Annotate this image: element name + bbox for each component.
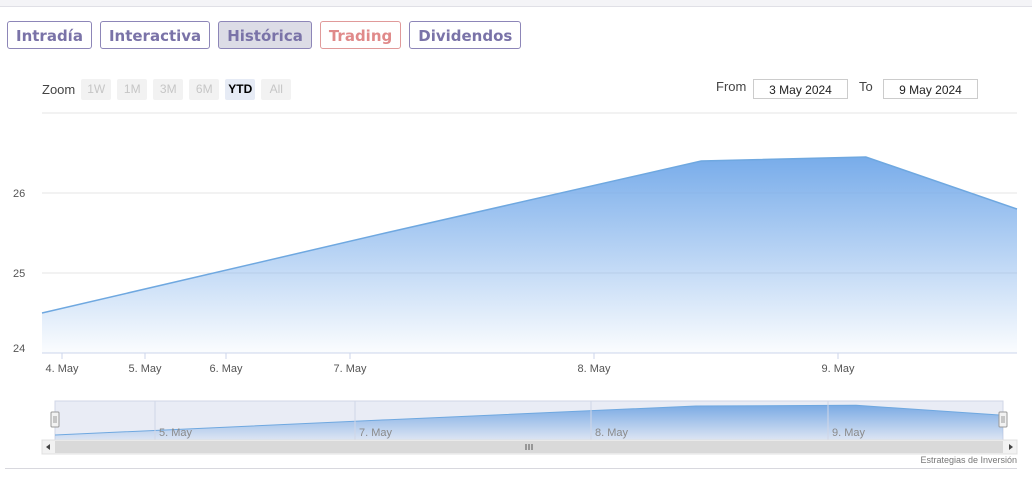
navigator-tick-label: 5. May <box>159 427 193 439</box>
tab-dividendos[interactable]: Dividendos <box>409 21 522 49</box>
tab-intradia[interactable]: Intradía <box>7 21 92 49</box>
zoom-1m-button[interactable]: 1M <box>117 79 148 100</box>
zoom-ytd-button[interactable]: YTD <box>225 79 256 100</box>
x-tick-label: 7. May <box>333 363 367 375</box>
series-line <box>41 156 1018 314</box>
from-date-input[interactable]: 3 May 2024 <box>753 79 848 99</box>
navigator-scrollbar-thumb[interactable] <box>55 441 1003 453</box>
chart-credit: Estrategias de Inversión <box>920 455 1017 465</box>
x-tick-label: 8. May <box>577 363 611 375</box>
navigator-tick-label: 8. May <box>595 427 629 439</box>
to-date-input[interactable]: 9 May 2024 <box>883 79 978 99</box>
navigator-series-area <box>55 405 1003 440</box>
navigator-tick-label: 7. May <box>359 427 393 439</box>
top-border <box>0 0 1032 7</box>
zoom-all-button[interactable]: All <box>261 79 292 100</box>
navigator-scrollbar-track[interactable] <box>41 439 1018 455</box>
tab-trading[interactable]: Trading <box>319 21 402 49</box>
x-tick-label: 4. May <box>45 363 79 375</box>
bottom-border <box>5 468 1017 469</box>
navigator-right-handle[interactable] <box>998 411 1008 428</box>
price-chart: 24 25 26 4. May 5. May 6. May 7. May 8. May 9. … <box>13 112 1018 455</box>
navigator-left-handle[interactable] <box>50 411 60 428</box>
x-tick-label: 6. May <box>209 363 243 375</box>
to-label: To <box>859 79 873 94</box>
from-label: From <box>716 79 747 94</box>
tab-historica[interactable]: Histórica <box>218 21 312 49</box>
navigator-mask[interactable] <box>54 400 1004 441</box>
y-tick-label: 26 <box>13 188 25 200</box>
zoom-3m-button[interactable]: 3M <box>153 79 184 100</box>
scroll-right-arrow-icon[interactable] <box>1009 444 1013 450</box>
chart-tabs: Intradía Interactiva Histórica Trading D… <box>7 21 522 49</box>
navigator-series-line <box>54 404 1004 436</box>
scroll-left-arrow-icon[interactable] <box>46 444 50 450</box>
navigator-tick-label: 9. May <box>832 427 866 439</box>
series-area <box>42 157 1017 353</box>
x-tick-label: 5. May <box>128 363 162 375</box>
zoom-1w-button[interactable]: 1W <box>81 79 112 100</box>
zoom-label: Zoom <box>42 82 76 97</box>
y-tick-label: 24 <box>13 343 25 355</box>
zoom-selector: Zoom 1W 1M 3M 6M YTD All <box>42 79 297 100</box>
y-tick-label: 25 <box>13 268 25 280</box>
x-tick-label: 9. May <box>821 363 855 375</box>
tab-interactiva[interactable]: Interactiva <box>99 21 211 49</box>
zoom-6m-button[interactable]: 6M <box>189 79 220 100</box>
